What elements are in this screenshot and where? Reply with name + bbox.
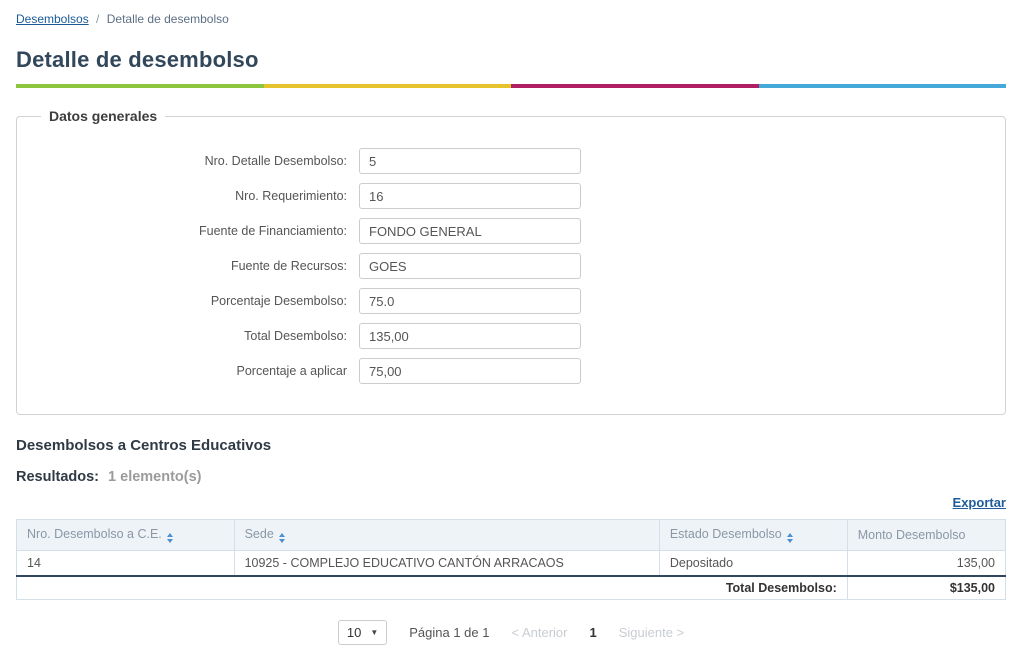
accent-segment-green	[16, 84, 264, 88]
header-monto-desembolso: Monto Desembolso	[847, 520, 1005, 551]
fuente-recursos-label: Fuente de Recursos:	[29, 259, 347, 273]
header-label: Monto Desembolso	[858, 528, 966, 542]
form-row: Nro. Detalle Desembolso:	[29, 148, 993, 174]
footer-total-label: Total Desembolso:	[17, 576, 848, 600]
page-info: Página 1 de 1	[409, 625, 489, 640]
footer-total-value: $135,00	[847, 576, 1005, 600]
form-row: Fuente de Financiamiento:	[29, 218, 993, 244]
pagination: 10 ▼ Página 1 de 1 < Anterior 1 Siguient…	[16, 620, 1006, 645]
breadcrumb-separator: /	[96, 12, 99, 26]
results-line: Resultados: 1 elemento(s)	[16, 469, 1006, 485]
nro-requerimiento-input[interactable]	[359, 183, 581, 209]
section-title: Desembolsos a Centros Educativos	[16, 437, 1006, 454]
fuente-recursos-input[interactable]	[359, 253, 581, 279]
page-title: Detalle de desembolso	[16, 47, 1006, 73]
table-row: 14 10925 - COMPLEJO EDUCATIVO CANTÓN ARR…	[17, 551, 1006, 577]
header-label: Sede	[245, 527, 274, 541]
fuente-financiamiento-label: Fuente de Financiamiento:	[29, 224, 347, 238]
previous-page-button[interactable]: < Anterior	[511, 625, 567, 640]
desembolsos-table: Nro. Desembolso a C.E. Sede Estado Desem…	[16, 519, 1006, 600]
sort-icon	[167, 533, 173, 543]
page-size-select[interactable]: 10 ▼	[338, 620, 387, 645]
form-row: Porcentaje Desembolso:	[29, 288, 993, 314]
form-row: Fuente de Recursos:	[29, 253, 993, 279]
sort-icon	[279, 533, 285, 543]
header-nro-desembolso[interactable]: Nro. Desembolso a C.E.	[17, 520, 235, 551]
porcentaje-a-aplicar-input[interactable]	[359, 358, 581, 384]
form-row: Nro. Requerimiento:	[29, 183, 993, 209]
porcentaje-desembolso-label: Porcentaje Desembolso:	[29, 294, 347, 308]
export-link[interactable]: Exportar	[953, 495, 1006, 510]
total-desembolso-label: Total Desembolso:	[29, 329, 347, 343]
header-label: Estado Desembolso	[670, 527, 782, 541]
porcentaje-desembolso-input[interactable]	[359, 288, 581, 314]
header-label: Nro. Desembolso a C.E.	[27, 527, 162, 541]
cell-monto: 135,00	[847, 551, 1005, 577]
nro-detalle-desembolso-input[interactable]	[359, 148, 581, 174]
breadcrumb-current: Detalle de desembolso	[107, 12, 229, 26]
fuente-financiamiento-input[interactable]	[359, 218, 581, 244]
nro-requerimiento-label: Nro. Requerimiento:	[29, 189, 347, 203]
breadcrumb: Desembolsos / Detalle de desembolso	[16, 12, 1006, 26]
accent-segment-magenta	[511, 84, 759, 88]
header-sede[interactable]: Sede	[234, 520, 659, 551]
caret-down-icon: ▼	[370, 628, 378, 637]
page-size-value: 10	[347, 625, 361, 640]
results-count: 1 elemento(s)	[108, 469, 201, 485]
accent-segment-yellow	[264, 84, 512, 88]
datos-generales-legend: Datos generales	[41, 108, 165, 124]
results-label: Resultados:	[16, 469, 99, 485]
header-estado-desembolso[interactable]: Estado Desembolso	[659, 520, 847, 551]
next-page-button[interactable]: Siguiente >	[619, 625, 684, 640]
cell-sede: 10925 - COMPLEJO EDUCATIVO CANTÓN ARRACA…	[234, 551, 659, 577]
total-desembolso-input[interactable]	[359, 323, 581, 349]
nro-detalle-desembolso-label: Nro. Detalle Desembolso:	[29, 154, 347, 168]
sort-icon	[787, 533, 793, 543]
current-page-button[interactable]: 1	[589, 625, 596, 640]
datos-generales-fieldset: Datos generales Nro. Detalle Desembolso:…	[16, 108, 1006, 415]
accent-segment-blue	[759, 84, 1007, 88]
export-row: Exportar	[16, 494, 1006, 512]
form-row: Porcentaje a aplicar	[29, 358, 993, 384]
table-header: Nro. Desembolso a C.E. Sede Estado Desem…	[17, 520, 1006, 551]
porcentaje-a-aplicar-label: Porcentaje a aplicar	[29, 364, 347, 378]
cell-nro-desembolso: 14	[17, 551, 235, 577]
table-footer-row: Total Desembolso: $135,00	[17, 576, 1006, 600]
breadcrumb-link-desembolsos[interactable]: Desembolsos	[16, 12, 89, 26]
accent-bar	[16, 84, 1006, 88]
cell-estado: Depositado	[659, 551, 847, 577]
page-container: Desembolsos / Detalle de desembolso Deta…	[0, 0, 1022, 645]
form-row: Total Desembolso:	[29, 323, 993, 349]
